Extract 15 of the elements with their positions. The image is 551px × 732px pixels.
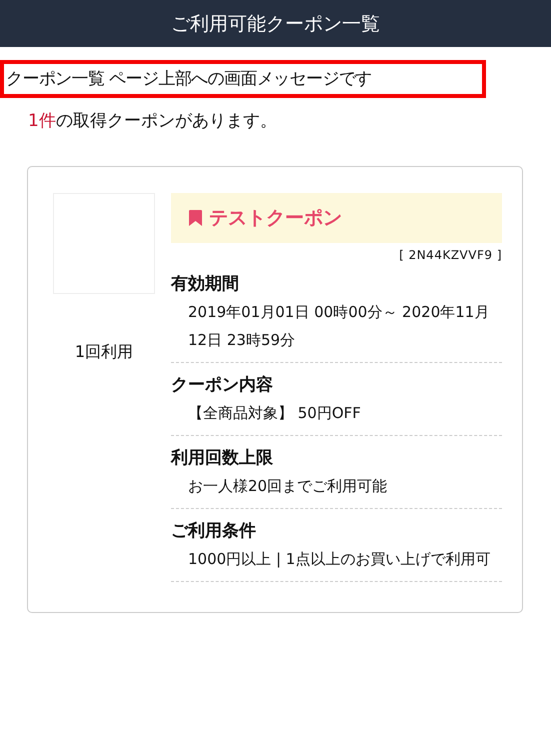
section-heading: 利用回数上限 <box>171 447 274 470</box>
section-text: 【全商品対象】 50円OFF <box>187 403 362 424</box>
page-message: クーポン一覧 ページ上部への画面メッセージです <box>0 60 486 98</box>
section-heading: ご利用条件 <box>171 520 257 543</box>
coupon-count-text: 1件の取得クーポンがあります。 <box>28 110 278 132</box>
coupon-code: [ 2N44KZVVF9 ] <box>398 248 502 262</box>
section-text: お一人様20回までご利用可能 <box>187 476 388 497</box>
usage-label: 1回利用 <box>74 342 134 363</box>
page-title: ご利用可能クーポン一覧 <box>171 12 380 36</box>
section-text: 2019年01月01日 00時00分～ 2020年11月12日 23時59分 <box>187 302 490 351</box>
section-text: 1000円以上 | 1点以上のお買い上げで利用可 <box>187 549 492 570</box>
section-heading: クーポン内容 <box>171 374 274 397</box>
bookmark-icon <box>189 210 202 226</box>
coupon-title: テストクーポン <box>209 206 342 231</box>
section-heading: 有効期間 <box>171 273 240 296</box>
